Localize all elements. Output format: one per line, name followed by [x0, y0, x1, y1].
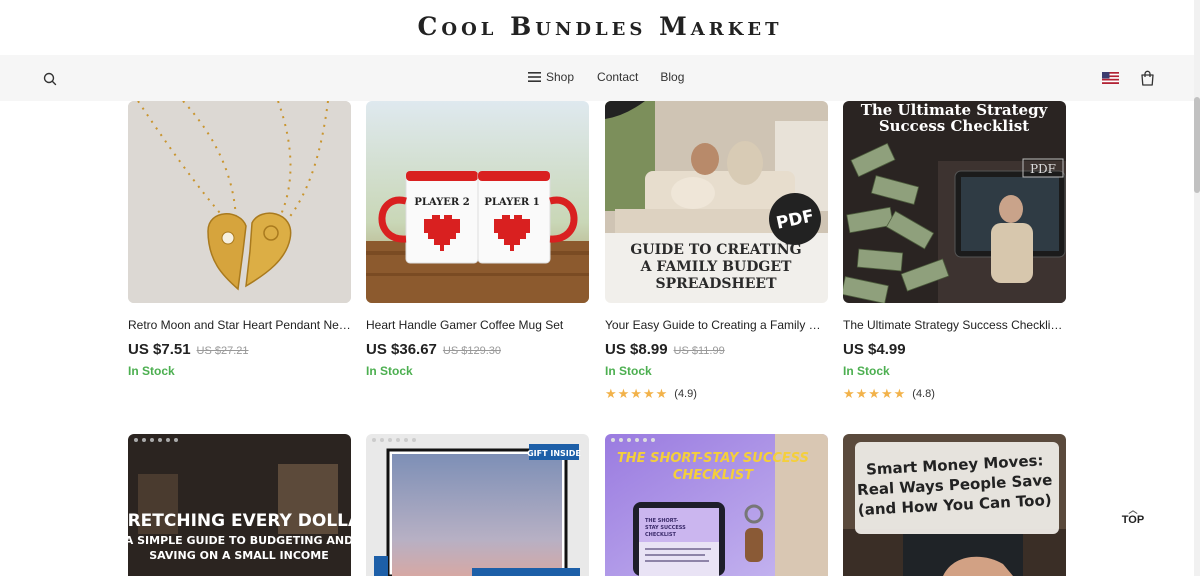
- short-stay-title-line1: THE SHORT-STAY SUCCESS: [617, 451, 809, 466]
- product-image[interactable]: [128, 101, 351, 303]
- gift-inside-badge: GIFT INSIDE: [527, 449, 581, 458]
- mug-label-left: PLAYER 2: [414, 197, 469, 208]
- rating-value: (4.8): [912, 388, 935, 400]
- product-image[interactable]: GIFT INSIDE: [366, 434, 589, 576]
- product-title[interactable]: Your Easy Guide to Creating a Family Bud…: [605, 318, 828, 332]
- budget-title-line2: A FAMILY BUDGET: [640, 259, 792, 275]
- short-stay-checklist-image: THE SHORT-STAY SUCCESS CHECKLIST THE SHO…: [605, 434, 828, 576]
- product-image[interactable]: STRETCHING EVERY DOLLAR A SIMPLE GUIDE T…: [128, 434, 351, 576]
- dollar-subtitle-line2: SAVING ON A SMALL INCOME: [149, 549, 329, 562]
- stock-status: In Stock: [605, 364, 652, 378]
- scrollbar-thumb[interactable]: [1194, 97, 1200, 193]
- product-price: US $8.99 US $11.99: [605, 341, 725, 358]
- stock-status: In Stock: [128, 364, 175, 378]
- back-to-top-label: TOP: [1121, 514, 1145, 526]
- product-rating: ★★★★★ (4.9): [605, 386, 697, 402]
- product-rating: ★★★★★ (4.8): [843, 386, 935, 402]
- compare-price: US $27.21: [196, 345, 249, 357]
- dollar-title: STRETCHING EVERY DOLLAR: [128, 511, 351, 531]
- product-title[interactable]: Heart Handle Gamer Coffee Mug Set: [366, 318, 589, 332]
- rating-value: (4.9): [674, 388, 697, 400]
- budget-title-line3: SPREADSHEET: [655, 276, 777, 292]
- menu-icon: [528, 72, 541, 82]
- price-value: US $7.51: [128, 341, 191, 358]
- nav-contact-label: Contact: [597, 70, 639, 84]
- product-title[interactable]: Retro Moon and Star Heart Pendant Neckla…: [128, 318, 351, 332]
- product-image[interactable]: THE SHORT-STAY SUCCESS CHECKLIST THE SHO…: [605, 434, 828, 576]
- smart-money-image: Smart Money Moves: Real Ways People Save…: [843, 434, 1066, 576]
- us-flag-icon[interactable]: [1102, 72, 1119, 84]
- chevron-up-icon: ︿: [1128, 505, 1138, 515]
- necklace-image: [128, 101, 351, 303]
- stock-status: In Stock: [366, 364, 413, 378]
- compare-price: US $129.30: [442, 345, 501, 357]
- short-stay-title-line2: CHECKLIST: [673, 468, 754, 483]
- strategy-checklist-image: PDF The Ultimate Strategy Success Checkl…: [843, 101, 1066, 303]
- mug-image: PLAYER 2 PLAYER 1: [366, 101, 589, 303]
- scrollbar-track[interactable]: [1194, 0, 1200, 576]
- product-image[interactable]: PDF GUIDE TO CREATING A FAMILY BUDGET SP…: [605, 101, 828, 303]
- checklist-title-line2: Success Checklist: [879, 117, 1029, 135]
- dollar-subtitle-line1: A SIMPLE GUIDE TO BUDGETING AND: [128, 534, 351, 547]
- product-price: US $7.51 US $27.21: [128, 341, 249, 358]
- nav-shop[interactable]: Shop: [528, 70, 574, 84]
- stock-status: In Stock: [843, 364, 890, 378]
- nav-blog-label: Blog: [660, 70, 685, 84]
- nav-links: Shop Contact Blog: [528, 70, 684, 84]
- budget-title-line1: GUIDE TO CREATING: [630, 242, 801, 258]
- family-budget-image: PDF GUIDE TO CREATING A FAMILY BUDGET SP…: [605, 101, 828, 303]
- star-rating-icon: ★★★★★: [605, 386, 669, 401]
- stretching-dollar-image: STRETCHING EVERY DOLLAR A SIMPLE GUIDE T…: [128, 434, 351, 576]
- framed-print-image: GIFT INSIDE: [366, 434, 589, 576]
- brand-header: Cool Bundles Market: [0, 0, 1200, 55]
- nav-shop-label: Shop: [546, 70, 575, 84]
- mug-label-right: PLAYER 1: [484, 197, 539, 208]
- product-image[interactable]: Smart Money Moves: Real Ways People Save…: [843, 434, 1066, 576]
- main-navigation: Shop Contact Blog: [0, 55, 1194, 101]
- screen-title-line2: STAY SUCCESS: [645, 525, 686, 531]
- shopping-bag-icon[interactable]: [1140, 70, 1155, 86]
- back-to-top-button[interactable]: ︿ TOP: [1118, 505, 1148, 527]
- product-image[interactable]: PLAYER 2 PLAYER 1: [366, 101, 589, 303]
- search-icon[interactable]: [42, 71, 58, 87]
- compare-price: US $11.99: [673, 345, 725, 357]
- product-title[interactable]: The Ultimate Strategy Success Checklist:…: [843, 318, 1066, 332]
- checklist-pdf-label: PDF: [1030, 162, 1056, 176]
- nav-contact[interactable]: Contact: [597, 70, 638, 84]
- product-price: US $36.67 US $129.30: [366, 341, 501, 358]
- price-value: US $36.67: [366, 341, 437, 358]
- brand-title[interactable]: Cool Bundles Market: [0, 12, 1200, 41]
- price-value: US $4.99: [843, 341, 906, 358]
- star-rating-icon: ★★★★★: [843, 386, 907, 401]
- screen-title-line1: THE SHORT-: [645, 518, 678, 524]
- screen-title-line3: CHECKLIST: [645, 532, 676, 538]
- product-image[interactable]: PDF The Ultimate Strategy Success Checkl…: [843, 101, 1066, 303]
- product-price: US $4.99: [843, 341, 912, 358]
- nav-blog[interactable]: Blog: [660, 70, 684, 84]
- price-value: US $8.99: [605, 341, 668, 358]
